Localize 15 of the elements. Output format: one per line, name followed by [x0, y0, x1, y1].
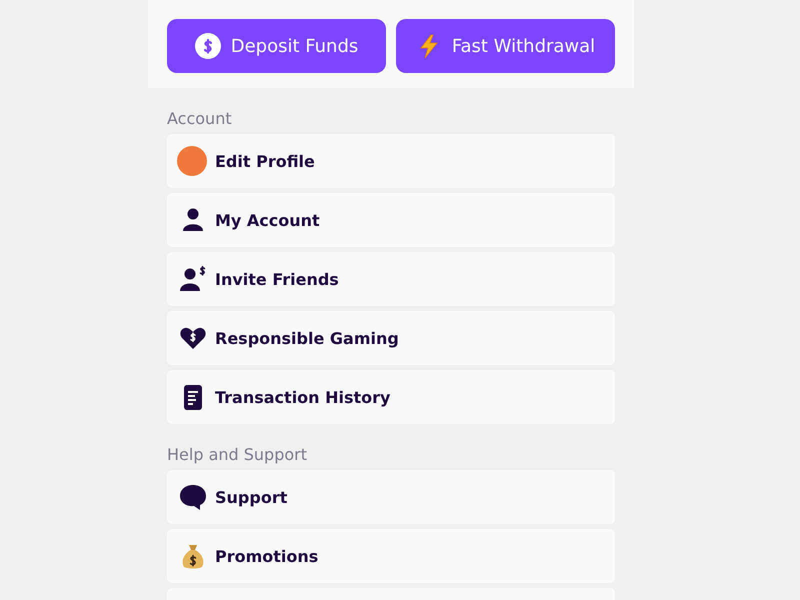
- deposit-button[interactable]: Deposit Funds: [167, 19, 386, 73]
- menu-item[interactable]: Responsible Gaming: [167, 311, 615, 365]
- withdrawal-button[interactable]: Fast Withdrawal: [396, 19, 615, 73]
- person-dollar-icon: [179, 265, 207, 293]
- menu-item[interactable]: Edit Profile: [167, 134, 615, 188]
- menu-item[interactable]: My Account: [167, 193, 615, 247]
- section-heading: Account: [167, 109, 233, 129]
- menu-item[interactable]: Support: [167, 470, 615, 524]
- speech-bubble-icon: [179, 483, 207, 511]
- menu-item[interactable]: Transaction History: [167, 370, 615, 424]
- menu-item[interactable]: Promotions: [167, 529, 615, 583]
- menu-item[interactable]: Invite Friends: [167, 252, 615, 306]
- dollar-coin-icon: [194, 33, 221, 59]
- section-heading: Help and Support: [167, 445, 308, 465]
- avatar-icon: [177, 146, 207, 176]
